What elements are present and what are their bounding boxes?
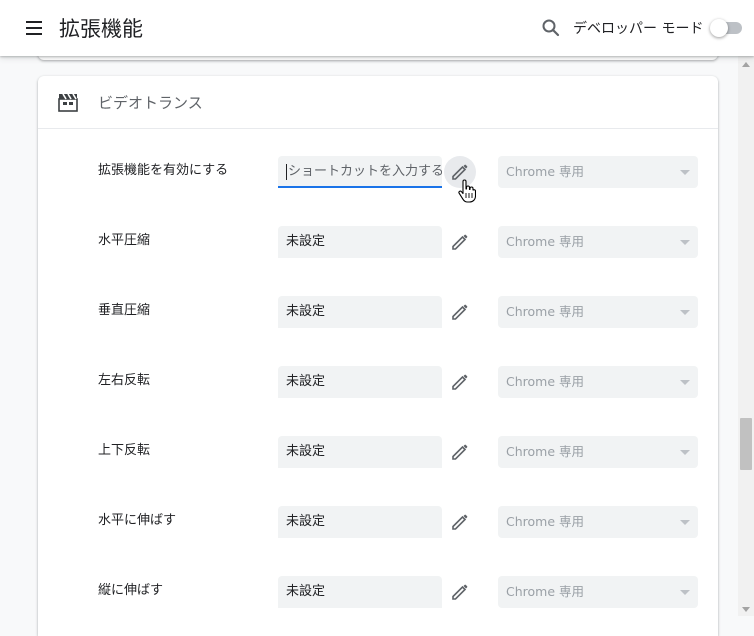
dropdown-arrow-icon [680,310,690,315]
command-label: 拡張機能を有効にする [98,163,229,178]
shortcut-input[interactable]: 未設定 [278,506,442,538]
shortcut-row: 上下反転 未設定 Chrome 専用 [38,436,718,476]
dev-mode-label: デベロッパー モード [573,21,704,37]
scope-value: Chrome 専用 [506,164,585,179]
scroll-thumb[interactable] [740,418,752,470]
scope-value: Chrome 専用 [506,444,585,459]
scope-select[interactable]: Chrome 専用 [498,296,698,328]
scope-select[interactable]: Chrome 専用 [498,506,698,538]
scroll-down-arrow-icon[interactable] [742,607,750,612]
command-label: 左右反転 [98,373,151,388]
dropdown-arrow-icon [680,380,690,385]
shortcut-row: 拡張機能を有効にする ショートカットを入力する Chrome 専用 [38,156,718,196]
dropdown-arrow-icon [680,520,690,525]
scope-value: Chrome 専用 [506,374,585,389]
pencil-icon[interactable] [444,436,476,468]
page-scrollbar[interactable] [738,56,754,616]
pencil-icon[interactable] [444,296,476,328]
toggle-knob [710,19,728,37]
shortcut-input[interactable]: 未設定 [278,436,442,468]
pencil-icon[interactable] [444,366,476,398]
scope-select[interactable]: Chrome 専用 [498,366,698,398]
card-header: ビデオトランス [38,76,718,129]
scope-select[interactable]: Chrome 専用 [498,156,698,188]
shortcut-row: 縦に伸ばす 未設定 Chrome 専用 [38,576,718,616]
dropdown-arrow-icon [680,170,690,175]
shortcut-row: 水平に伸ばす 未設定 Chrome 専用 [38,506,718,546]
shortcut-input[interactable]: 未設定 [278,576,442,608]
scope-select[interactable]: Chrome 専用 [498,226,698,258]
page-title: 拡張機能 [59,17,143,41]
shortcuts-card: ビデオトランス 拡張機能を有効にする ショートカットを入力する Chrome 専… [38,76,718,636]
scope-select[interactable]: Chrome 専用 [498,576,698,608]
dropdown-arrow-icon [680,450,690,455]
command-label: 縦に伸ばす [98,583,164,598]
shortcut-row: 垂直圧縮 未設定 Chrome 専用 [38,296,718,336]
extension-name: ビデオトランス [98,94,203,112]
command-label: 水平に伸ばす [98,513,177,528]
menu-icon[interactable] [20,14,48,42]
clapperboard-icon [58,92,78,112]
pencil-icon[interactable] [444,506,476,538]
scope-value: Chrome 専用 [506,304,585,319]
dev-mode-toggle[interactable] [710,19,742,37]
search-icon[interactable] [540,17,562,39]
shortcut-value: ショートカットを入力する [288,164,442,179]
scope-value: Chrome 専用 [506,514,585,529]
command-label: 上下反転 [98,443,151,458]
scope-value: Chrome 専用 [506,584,585,599]
toolbar: 拡張機能 デベロッパー モード [0,0,754,56]
pencil-icon[interactable] [444,226,476,258]
scope-select[interactable]: Chrome 専用 [498,436,698,468]
hand-cursor-icon [458,179,477,207]
shortcut-input[interactable]: 未設定 [278,296,442,328]
shortcut-row: 水平圧縮 未設定 Chrome 専用 [38,226,718,266]
pencil-icon[interactable] [444,576,476,608]
shortcut-input[interactable]: ショートカットを入力する [278,156,442,188]
shortcut-input[interactable]: 未設定 [278,226,442,258]
shortcut-input[interactable]: 未設定 [278,366,442,398]
scroll-up-arrow-icon[interactable] [742,62,750,67]
command-label: 垂直圧縮 [98,303,151,318]
dropdown-arrow-icon [680,590,690,595]
dropdown-arrow-icon [680,240,690,245]
command-label: 水平圧縮 [98,233,151,248]
shortcut-row: 左右反転 未設定 Chrome 専用 [38,366,718,406]
scope-value: Chrome 専用 [506,234,585,249]
